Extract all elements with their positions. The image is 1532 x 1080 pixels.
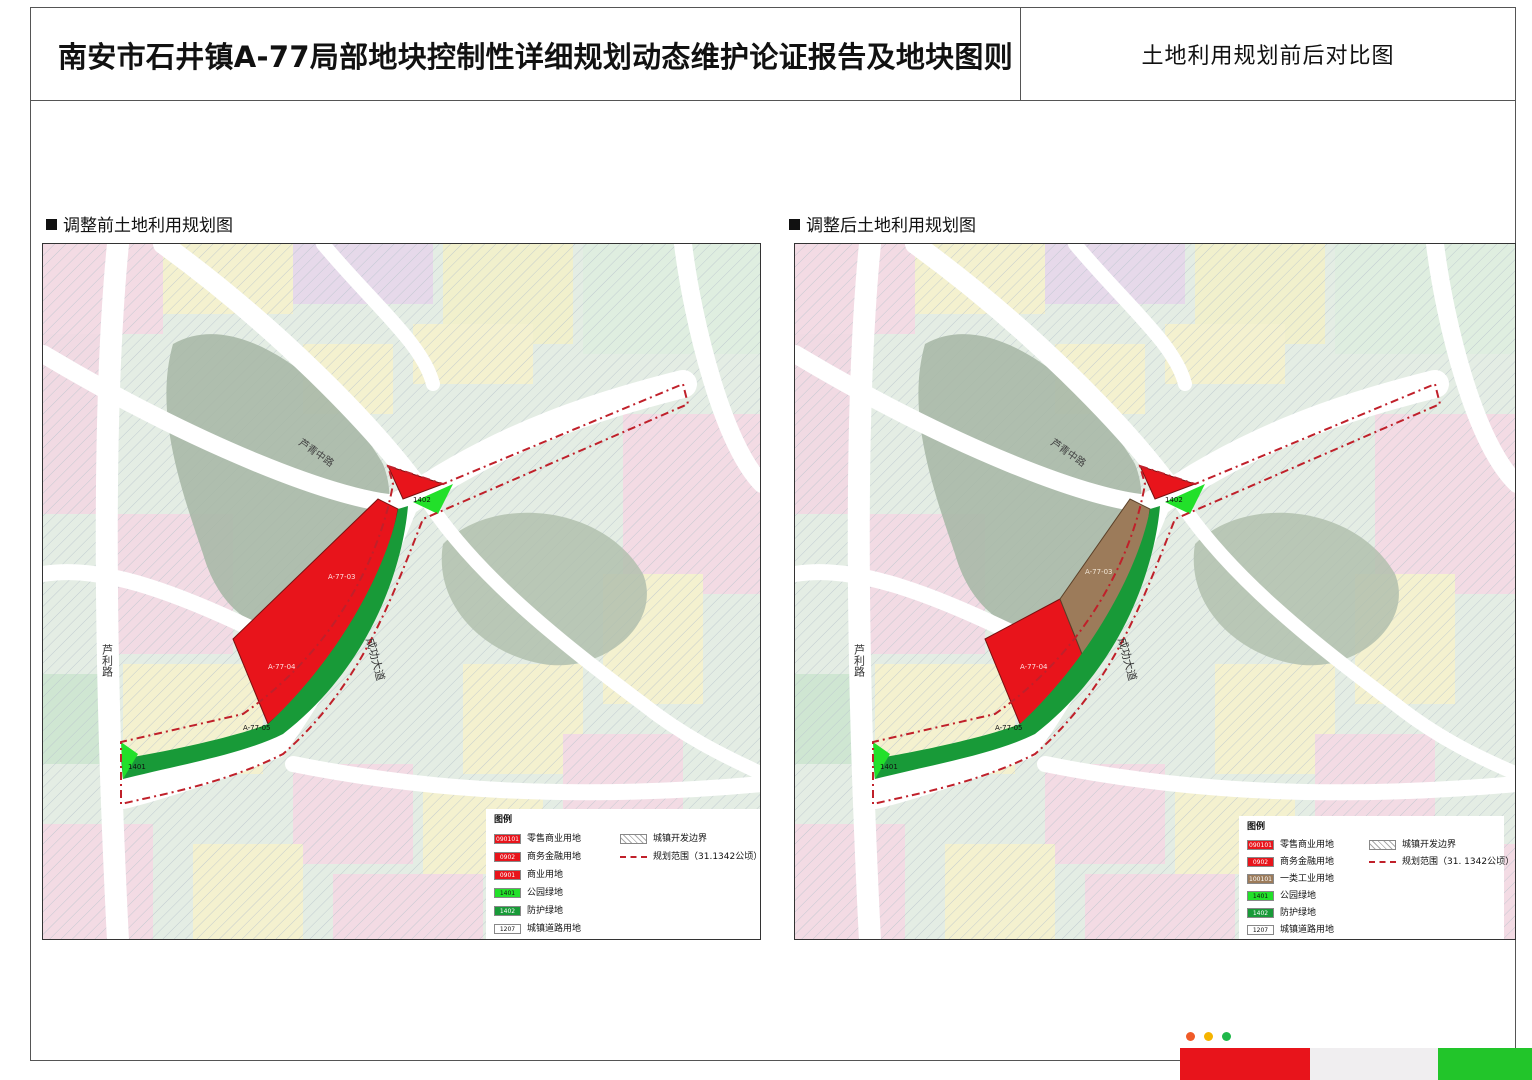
svg-text:A-77-04: A-77-04 — [1020, 663, 1048, 671]
dashed-line-swatch-icon — [1369, 861, 1396, 863]
road-label-luli: 芦利路 — [101, 644, 114, 678]
before-land-use-map[interactable]: A-77-03 A-77-04 A-77-05 1402 1401 芦青中路 成… — [42, 243, 761, 940]
footer-grey-bar — [1310, 1048, 1438, 1080]
svg-text:A-77-04: A-77-04 — [268, 663, 296, 671]
svg-text:1401: 1401 — [128, 763, 146, 771]
svg-text:1402: 1402 — [1165, 496, 1183, 504]
after-legend: 图例 090101 零售商业用地 0902 商务金融用地 100101 一类工业用地 … — [1239, 816, 1514, 939]
legend-title: 图例 — [494, 815, 513, 825]
footer-green-bar — [1438, 1048, 1532, 1080]
svg-text:A-77-03: A-77-03 — [1085, 568, 1113, 576]
after-map-label: 调整后土地利用规划图 — [789, 211, 976, 236]
svg-text:1401: 1401 — [880, 763, 898, 771]
before-map-label: 调整前土地利用规划图 — [46, 211, 233, 236]
svg-text:1402: 1402 — [413, 496, 431, 504]
hatch-swatch-icon — [620, 834, 647, 844]
svg-text:A-77-05: A-77-05 — [995, 724, 1023, 732]
after-land-use-map[interactable]: A-77-03 A-77-04 A-77-05 1402 1401 芦青中路 成… — [794, 243, 1516, 940]
green-dot-icon — [1222, 1032, 1231, 1041]
yellow-dot-icon — [1204, 1032, 1213, 1041]
before-map-label-text: 调整前土地利用规划图 — [63, 216, 233, 236]
dashed-line-swatch-icon — [620, 856, 647, 858]
svg-text:A-77-05: A-77-05 — [243, 724, 271, 732]
report-title: 南安市石井镇A-77局部地块控制性详细规划动态维护论证报告及地块图则 — [58, 40, 1014, 74]
orange-dot-icon — [1186, 1032, 1195, 1041]
hatch-swatch-icon — [1369, 840, 1396, 850]
after-map-label-text: 调整后土地利用规划图 — [806, 216, 976, 236]
footer-red-bar — [1180, 1048, 1310, 1080]
before-legend: 图例 090101 零售商业用地 0902 商务金融用地 0901 商业用地 1401… — [486, 809, 760, 939]
drawing-title: 土地利用规划前后对比图 — [1141, 44, 1395, 69]
legend-title: 图例 — [1247, 822, 1266, 832]
bullet-square-icon — [789, 219, 800, 230]
bullet-square-icon — [46, 219, 57, 230]
svg-text:A-77-03: A-77-03 — [328, 573, 356, 581]
road-label-luli: 芦利路 — [853, 644, 866, 678]
